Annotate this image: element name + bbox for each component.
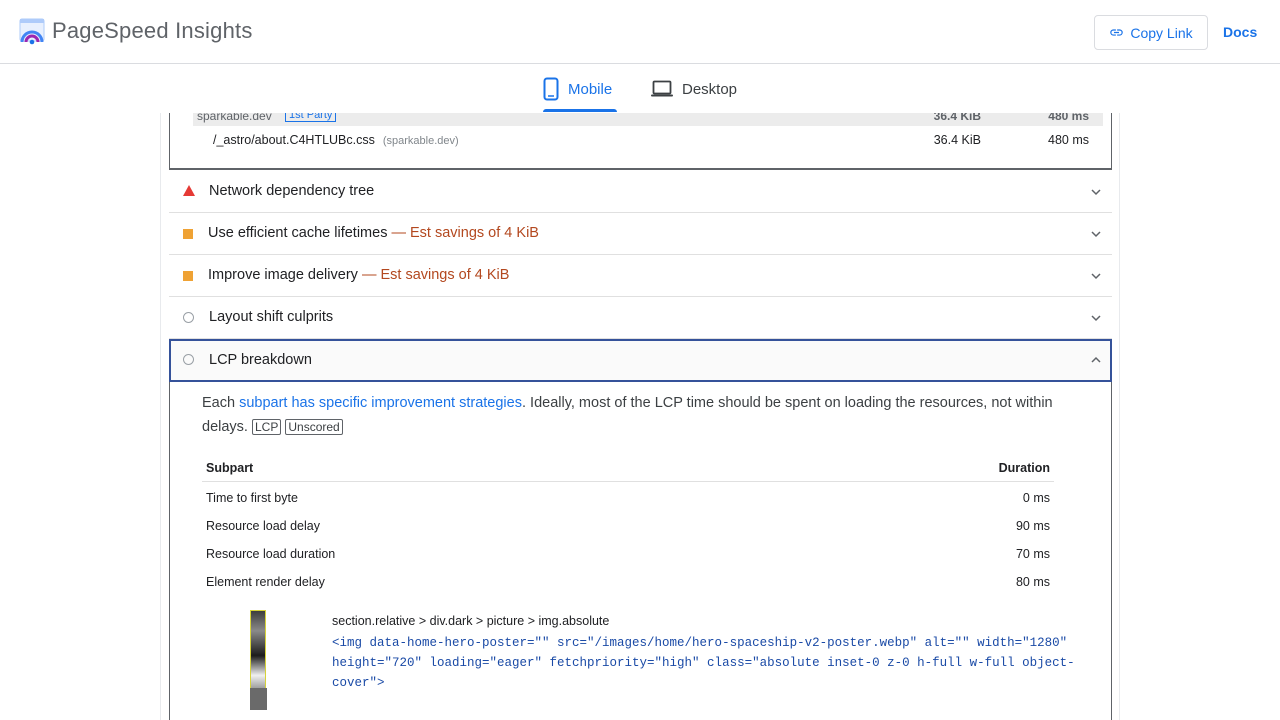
party-host: sparkable.dev	[197, 113, 272, 123]
average-square-icon	[183, 229, 193, 239]
copy-link-label: Copy Link	[1130, 24, 1193, 41]
app-title[interactable]: PageSpeed Insights	[52, 18, 253, 44]
tab-mobile-label: Mobile	[568, 80, 613, 98]
node-selector-path: section.relative > div.dark > picture > …	[332, 614, 610, 628]
audit-lcp-breakdown[interactable]: LCP breakdown	[169, 339, 1112, 382]
audit-savings: — Est savings of 4 KiB	[361, 267, 510, 283]
tag-unscored: Unscored	[285, 419, 343, 435]
audit-network-dependency-tree[interactable]: Network dependency tree	[169, 171, 1112, 213]
top-bar: PageSpeed Insights Copy Link Docs	[0, 0, 1280, 64]
chevron-down-icon[interactable]	[1090, 312, 1102, 324]
party-size: 36.4 KiB	[933, 113, 981, 123]
chevron-down-icon[interactable]	[1090, 270, 1102, 282]
tab-desktop[interactable]: Desktop	[651, 65, 737, 113]
table-row: Resource load duration 70 ms	[202, 538, 1054, 566]
subpart-cell: Element render delay	[206, 575, 325, 589]
resource-url[interactable]: /_astro/about.C4HTLUBc.css (sparkable.dev…	[213, 133, 459, 147]
fail-triangle-icon	[183, 185, 195, 196]
chevron-down-icon[interactable]	[1090, 186, 1102, 198]
audit-layout-shift-culprits[interactable]: Layout shift culprits	[169, 297, 1112, 339]
lcp-subpart-table: Subpart Duration Time to first byte 0 ms…	[202, 456, 1054, 594]
pagespeed-logo-icon[interactable]	[19, 17, 45, 45]
chevron-up-icon[interactable]	[1090, 354, 1102, 366]
docs-link[interactable]: Docs	[1223, 24, 1257, 40]
average-square-icon	[183, 271, 193, 281]
report-content: sparkable.dev 1st Party 36.4 KiB 480 ms …	[160, 113, 1120, 720]
resource-time: 480 ms	[1048, 133, 1089, 147]
node-snippet-line: <img data-home-hero-poster="" src="/imag…	[332, 636, 1068, 650]
table-row: Element render delay 80 ms	[202, 566, 1054, 594]
tab-desktop-label: Desktop	[682, 80, 738, 98]
party-badge: 1st Party	[285, 113, 337, 122]
audit-title: Layout shift culprits	[209, 309, 334, 325]
table-header: Subpart Duration	[202, 456, 1054, 482]
tag-lcp: LCP	[251, 419, 282, 435]
lcp-element-thumbnail[interactable]	[249, 610, 267, 710]
audit-title: Improve image delivery — Est savings of …	[208, 267, 510, 283]
subpart-cell: Time to first byte	[206, 491, 298, 505]
audit-title: LCP breakdown	[209, 352, 312, 368]
audit-cache-lifetimes[interactable]: Use efficient cache lifetimes — Est savi…	[169, 213, 1112, 255]
node-snippet: <img data-home-hero-poster="" src="/imag…	[332, 633, 1112, 693]
duration-cell: 70 ms	[1015, 547, 1050, 561]
table-row: Resource load delay 90 ms	[202, 510, 1054, 538]
audit-description: Each subpart has specific improvement st…	[202, 395, 1053, 435]
node-snippet-line: height="720" loading="eager" fetchpriori…	[332, 656, 1075, 690]
column-header-duration: Duration	[998, 461, 1050, 475]
audit-title: Network dependency tree	[209, 183, 375, 199]
column-header-subpart: Subpart	[206, 461, 254, 475]
laptop-icon	[651, 80, 673, 97]
chevron-down-icon[interactable]	[1090, 228, 1102, 240]
subpart-cell: Resource load delay	[206, 519, 320, 533]
table-row: Time to first byte 0 ms	[202, 482, 1054, 510]
tab-mobile[interactable]: Mobile	[543, 65, 617, 113]
party-time: 480 ms	[1048, 113, 1089, 123]
audit-title: Use efficient cache lifetimes — Est savi…	[208, 225, 539, 241]
audit-image-delivery[interactable]: Improve image delivery — Est savings of …	[169, 255, 1112, 297]
copy-link-button[interactable]: Copy Link	[1094, 15, 1208, 50]
info-circle-icon	[183, 312, 194, 323]
info-circle-icon	[183, 354, 194, 365]
phone-icon	[543, 77, 559, 101]
lcp-breakdown-details: Each subpart has specific improvement st…	[169, 382, 1112, 720]
subpart-cell: Resource load duration	[206, 547, 336, 561]
duration-cell: 0 ms	[1022, 491, 1050, 505]
table-row-party: sparkable.dev 1st Party 36.4 KiB 480 ms	[193, 113, 1103, 126]
device-tabs: Mobile Desktop	[0, 65, 1280, 113]
link-icon	[1110, 29, 1124, 36]
audit-savings: — Est savings of 4 KiB	[391, 225, 539, 241]
duration-cell: 80 ms	[1015, 575, 1050, 589]
resource-origin: (sparkable.dev)	[382, 135, 459, 147]
resource-size: 36.4 KiB	[933, 133, 981, 147]
table-row-file: /_astro/about.C4HTLUBc.css (sparkable.dev…	[193, 133, 1103, 153]
duration-cell: 90 ms	[1015, 519, 1050, 533]
improvement-strategies-link[interactable]: subpart has specific improvement strateg…	[239, 395, 522, 411]
